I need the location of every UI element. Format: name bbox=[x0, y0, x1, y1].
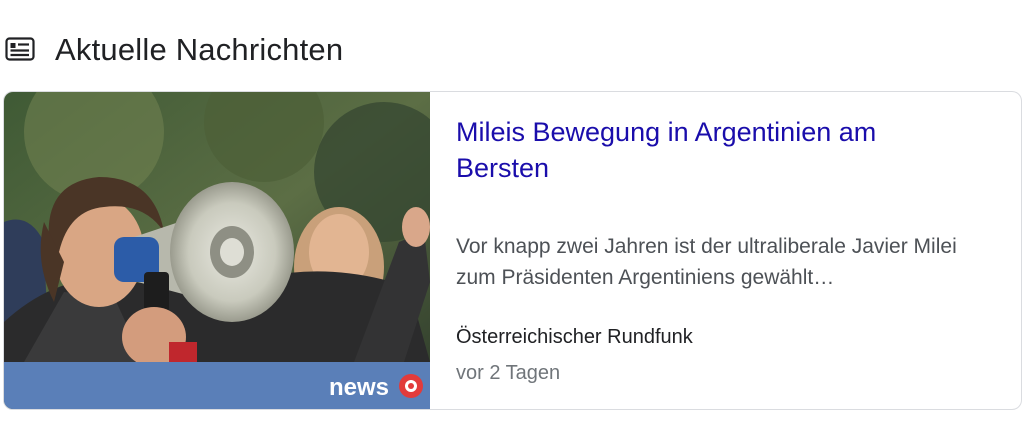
news-snippet: Vor knapp zwei Jahren ist der ultraliber… bbox=[456, 235, 957, 289]
news-card[interactable]: news Mileis Bewegung in Argentinien am B… bbox=[3, 91, 1022, 410]
orf-logo-icon bbox=[399, 374, 423, 398]
news-thumbnail[interactable]: news bbox=[4, 92, 430, 409]
news-headline-link[interactable]: Mileis Bewegung in Argentinien am Berste… bbox=[456, 114, 976, 186]
newspaper-icon bbox=[5, 37, 35, 61]
thumbnail-watermark: news bbox=[329, 374, 389, 401]
news-source: Österreichischer Rundfunk bbox=[456, 326, 693, 348]
news-timestamp: vor 2 Tagen bbox=[456, 362, 561, 384]
section-title: Aktuelle Nachrichten bbox=[55, 32, 344, 67]
